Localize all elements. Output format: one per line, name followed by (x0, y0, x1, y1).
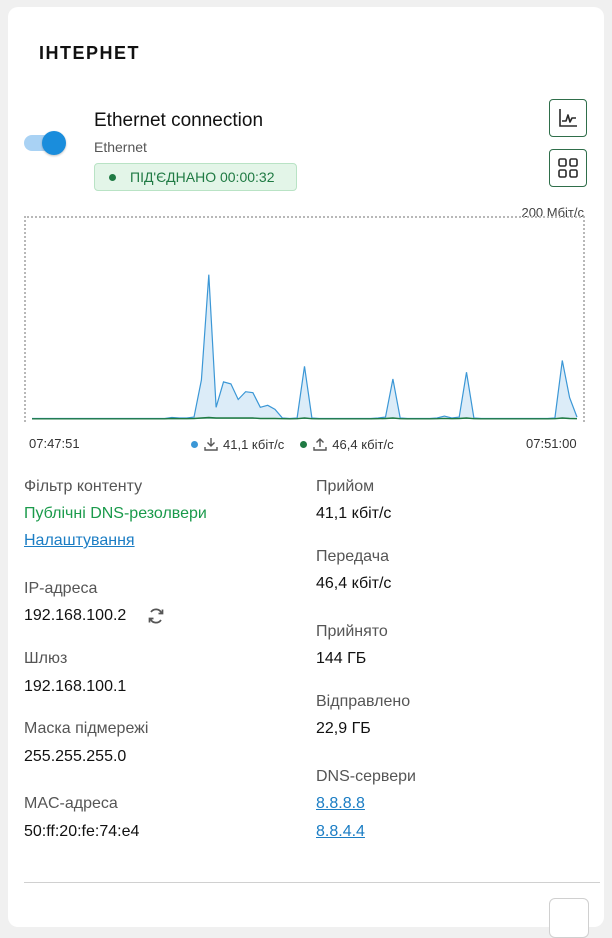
toggle-knob (42, 131, 66, 155)
mac-address-label: MAC-адреса (24, 795, 118, 812)
grid-icon (558, 158, 578, 178)
download-icon (204, 438, 218, 451)
ip-address-value: 192.168.100.2 (24, 607, 127, 624)
stats-button[interactable] (549, 99, 587, 137)
section-divider (24, 882, 600, 883)
chart-legend: 41,1 кбіт/с 46,4 кбіт/с (191, 436, 394, 452)
upload-icon (313, 438, 327, 451)
ip-address-label: IP-адреса (24, 580, 98, 597)
status-dot (109, 173, 116, 181)
internet-card: ІНТЕРНЕТ Ethernet connection Ethernet ПІ… (8, 7, 604, 938)
subnet-mask-label: Маска підмережі (24, 720, 149, 737)
subnet-mask-value: 255.255.255.0 (24, 748, 127, 765)
chart-end-time: 07:51:00 (526, 436, 577, 451)
download-series-area (32, 274, 577, 419)
received-value: 144 ГБ (316, 650, 367, 667)
rx-rate-label: Прийом (316, 478, 375, 495)
connection-name: Ethernet connection (94, 110, 264, 131)
status-text: ПІД'ЄДНАНО 00:00:32 (130, 169, 275, 185)
section-title: ІНТЕРНЕТ (39, 43, 141, 63)
gateway-label: Шлюз (24, 650, 68, 667)
download-rate-legend: 41,1 кбіт/с (223, 436, 285, 452)
upload-legend-dot (300, 440, 308, 448)
download-legend-dot (191, 440, 198, 448)
rx-rate-value: 41,1 кбіт/с (316, 505, 392, 522)
sent-label: Відправлено (316, 693, 411, 710)
status-badge: ПІД'ЄДНАНО 00:00:32 (94, 163, 297, 191)
upload-rate-legend: 46,4 кбіт/с (332, 436, 394, 452)
dns-servers-label: DNS-сервери (316, 768, 416, 785)
chart-start-time: 07:47:51 (29, 436, 80, 451)
refresh-icon[interactable] (146, 606, 166, 626)
content-filter-label: Фільтр контенту (24, 478, 143, 495)
connection-type: Ethernet (94, 139, 147, 155)
settings-link[interactable]: Налаштування (24, 532, 135, 550)
connection-toggle[interactable] (24, 131, 68, 155)
traffic-chart (32, 274, 578, 420)
dns-server-link[interactable]: 8.8.4.4 (316, 823, 365, 841)
next-section-button[interactable] (549, 898, 589, 938)
tx-rate-label: Передача (316, 548, 389, 565)
mac-address-value: 50:ff:20:fe:74:e4 (24, 823, 140, 840)
received-label: Прийнято (316, 623, 388, 640)
line-chart-icon (559, 109, 577, 127)
gateway-value: 192.168.100.1 (24, 678, 127, 695)
tx-rate-value: 46,4 кбіт/с (316, 575, 392, 592)
sent-value: 22,9 ГБ (316, 720, 371, 737)
content-filter-value: Публічні DNS-резолвери (24, 505, 207, 522)
dns-server-link[interactable]: 8.8.8.8 (316, 795, 365, 813)
layout-button[interactable] (549, 149, 587, 187)
upload-series-line (32, 416, 578, 420)
